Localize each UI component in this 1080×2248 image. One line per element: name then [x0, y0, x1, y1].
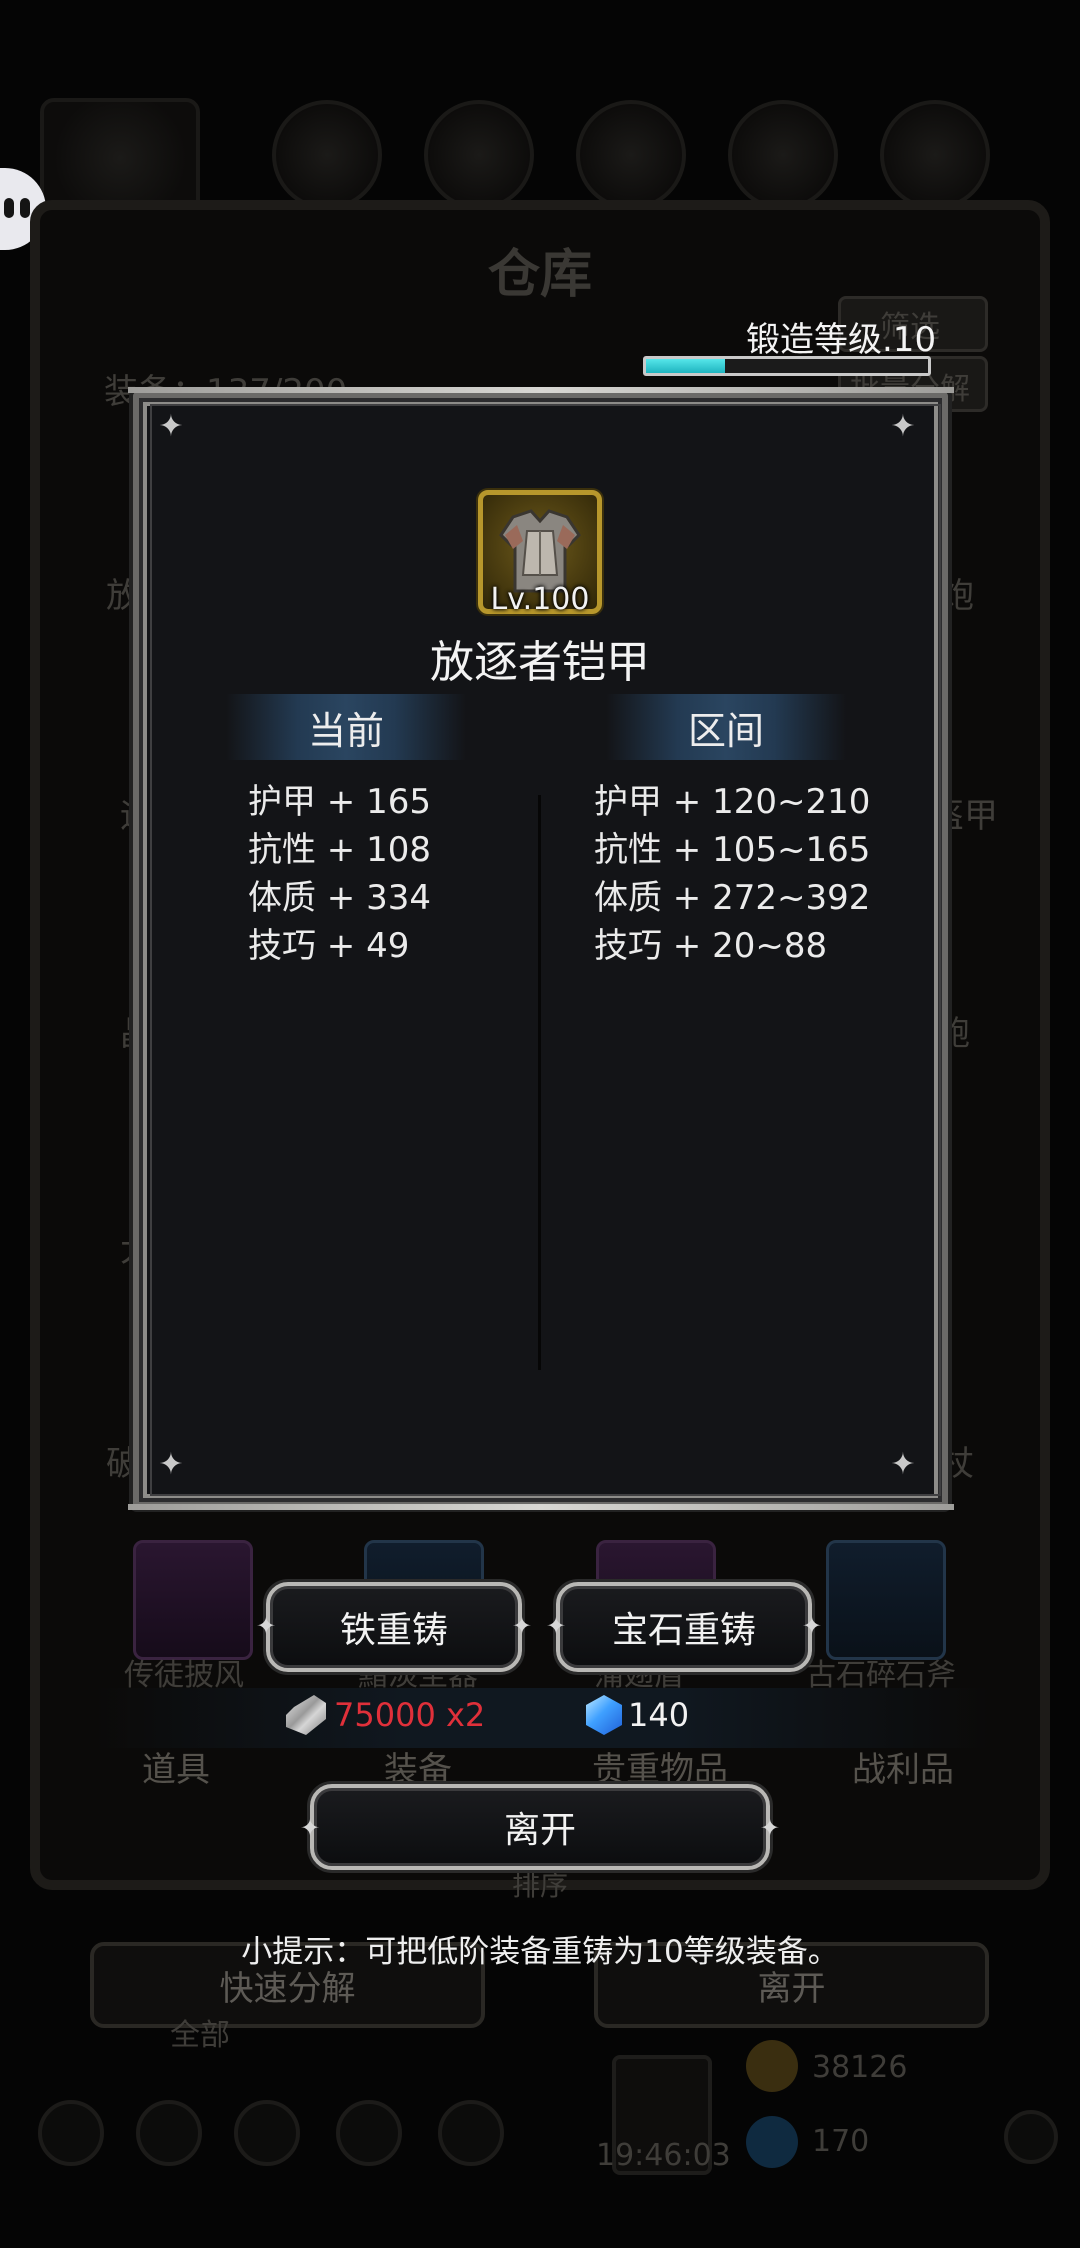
clock: 19:46:03 [596, 2138, 731, 2173]
current-stat: 护甲 + 165 [248, 782, 431, 822]
top-slot-icon [880, 100, 990, 210]
gold-amount: 38126 [812, 2050, 908, 2085]
gem-amount: 170 [812, 2124, 870, 2159]
corner-sparkle-icon: ✦ [158, 409, 184, 444]
top-slot-icon [576, 100, 686, 210]
item-level: Lv.100 [490, 582, 590, 617]
bottom-nav-icon[interactable] [234, 2100, 300, 2166]
item-slot[interactable] [826, 1540, 946, 1660]
forge-level-label: 锻造等级.10 [746, 320, 937, 360]
forge-level-progress [643, 356, 931, 376]
iron-ingot-icon [286, 1695, 326, 1735]
tab-loot[interactable]: 战利品 [852, 1742, 954, 1791]
range-header: 区间 [606, 694, 846, 760]
gold-coin-icon [746, 2040, 798, 2092]
range-stat: 护甲 + 120~210 [594, 782, 871, 822]
bottom-nav-icon[interactable] [38, 2100, 104, 2166]
iron-cost-value: 75000 x2 [334, 1696, 486, 1734]
top-slot-icon [424, 100, 534, 210]
current-stat: 技巧 + 49 [248, 926, 410, 966]
top-slot-icon [272, 100, 382, 210]
range-stat: 体质 + 272~392 [594, 878, 871, 918]
gem-icon [586, 1695, 622, 1735]
bottom-nav-icon[interactable] [136, 2100, 202, 2166]
top-slot-icon [728, 100, 838, 210]
current-stat: 抗性 + 108 [248, 830, 431, 870]
corner-sparkle-icon: ✦ [890, 409, 916, 444]
corner-sparkle-icon: ✦ [158, 1447, 184, 1482]
forge-level-fill [646, 359, 725, 373]
item-name: 放逐者铠甲 [430, 637, 650, 688]
tip-text: 小提示：可把低阶装备重铸为10等级装备。 [241, 1934, 839, 1970]
tab-items[interactable]: 道具 [142, 1742, 210, 1791]
item-slot[interactable] [133, 1540, 253, 1660]
current-stat: 体质 + 334 [248, 878, 431, 918]
gem-cost: 140 [586, 1684, 689, 1746]
dialog-bottom-border [128, 1504, 954, 1510]
gem-icon [746, 2116, 798, 2168]
corner-sparkle-icon: ✦ [890, 1447, 916, 1482]
bottom-nav-icon[interactable] [336, 2100, 402, 2166]
dialog-top-border [128, 387, 954, 393]
column-divider [538, 795, 541, 1370]
add-icon[interactable] [1004, 2110, 1058, 2164]
cost-bar [95, 1688, 990, 1748]
gem-reforge-button[interactable]: 宝石重铸 [546, 1582, 822, 1672]
iron-reforge-button[interactable]: 铁重铸 [256, 1582, 532, 1672]
iron-cost: 75000 x2 [286, 1684, 485, 1746]
sort-button[interactable]: 排序 [512, 1864, 568, 1904]
current-header: 当前 [226, 694, 466, 760]
range-stat: 抗性 + 105~165 [594, 830, 871, 870]
all-label: 全部 [170, 2018, 230, 2053]
bottom-nav-icon[interactable] [438, 2100, 504, 2166]
range-stat: 技巧 + 20~88 [594, 926, 828, 966]
leave-button[interactable]: 离开 [300, 1784, 780, 1870]
gem-cost-value: 140 [628, 1696, 690, 1734]
